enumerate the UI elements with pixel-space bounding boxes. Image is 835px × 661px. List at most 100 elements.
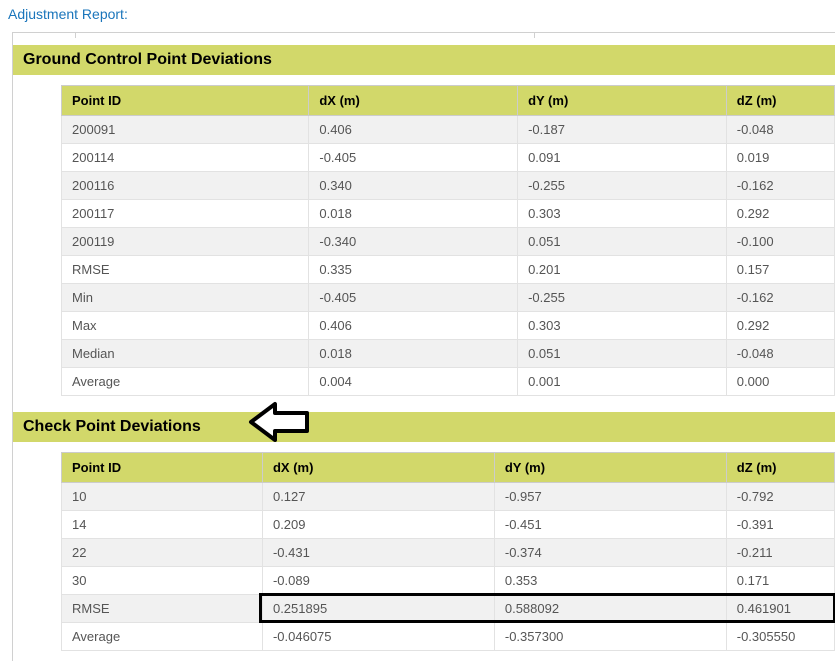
- table-cell: -0.405: [309, 144, 518, 172]
- table-cell: 0.157: [726, 256, 834, 284]
- report-title: Adjustment Report:: [0, 0, 835, 26]
- table-cell: 0.018: [309, 200, 518, 228]
- table-cell: 0.091: [518, 144, 727, 172]
- table-cell: -0.957: [494, 483, 726, 511]
- table-cell: -0.405: [309, 284, 518, 312]
- table-cell: 200119: [62, 228, 309, 256]
- cp-th-pointid: Point ID: [62, 453, 263, 483]
- table-cell: RMSE: [62, 595, 263, 623]
- table-cell: -0.048: [726, 340, 834, 368]
- table-row: Average0.0040.0010.000: [62, 368, 835, 396]
- table-cell: 0.000: [726, 368, 834, 396]
- table-cell: 0.303: [518, 312, 727, 340]
- table-cell: 200091: [62, 116, 309, 144]
- table-cell: 14: [62, 511, 263, 539]
- table-cell: -0.431: [262, 539, 494, 567]
- table-row: Median0.0180.051-0.048: [62, 340, 835, 368]
- table-cell: 0.171: [726, 567, 834, 595]
- table-cell: 0.588092: [494, 595, 726, 623]
- table-cell: Average: [62, 623, 263, 651]
- table-row: RMSE0.2518950.5880920.461901: [62, 595, 835, 623]
- table-cell: -0.374: [494, 539, 726, 567]
- cp-section-title: Check Point Deviations: [13, 412, 835, 442]
- gcp-section-title: Ground Control Point Deviations: [13, 45, 835, 75]
- table-row: 140.209-0.451-0.391: [62, 511, 835, 539]
- table-row: RMSE0.3350.2010.157: [62, 256, 835, 284]
- cp-table-wrap: Point ID dX (m) dY (m) dZ (m) 100.127-0.…: [13, 442, 835, 661]
- table-row: Average-0.046075-0.357300-0.305550: [62, 623, 835, 651]
- table-cell: 200114: [62, 144, 309, 172]
- table-cell: 0.201: [518, 256, 727, 284]
- table-row: 2000910.406-0.187-0.048: [62, 116, 835, 144]
- cp-section-title-text: Check Point Deviations: [23, 418, 201, 435]
- cp-header-row: Point ID dX (m) dY (m) dZ (m): [62, 453, 835, 483]
- gcp-table-wrap: Point ID dX (m) dY (m) dZ (m) 2000910.40…: [13, 75, 835, 406]
- table-cell: -0.187: [518, 116, 727, 144]
- table-cell: -0.305550: [726, 623, 834, 651]
- table-cell: 0.340: [309, 172, 518, 200]
- table-cell: 0.461901: [726, 595, 834, 623]
- table-cell: 22: [62, 539, 263, 567]
- table-row: Min-0.405-0.255-0.162: [62, 284, 835, 312]
- table-cell: 200116: [62, 172, 309, 200]
- table-cell: -0.089: [262, 567, 494, 595]
- table-cell: 0.127: [262, 483, 494, 511]
- table-cell: 0.353: [494, 567, 726, 595]
- table-cell: -0.211: [726, 539, 834, 567]
- table-cell: 10: [62, 483, 263, 511]
- table-cell: -0.162: [726, 284, 834, 312]
- table-cell: 0.051: [518, 228, 727, 256]
- table-cell: RMSE: [62, 256, 309, 284]
- table-cell: 0.335: [309, 256, 518, 284]
- gcp-th-dz: dZ (m): [726, 86, 834, 116]
- table-row: 200114-0.4050.0910.019: [62, 144, 835, 172]
- table-cell: 0.051: [518, 340, 727, 368]
- report-panel: Ground Control Point Deviations Point ID…: [12, 32, 835, 661]
- table-cell: 0.018: [309, 340, 518, 368]
- gcp-table: Point ID dX (m) dY (m) dZ (m) 2000910.40…: [61, 85, 835, 396]
- table-cell: 0.406: [309, 312, 518, 340]
- table-cell: Max: [62, 312, 309, 340]
- table-cell: -0.100: [726, 228, 834, 256]
- table-row: 2001160.340-0.255-0.162: [62, 172, 835, 200]
- table-cell: -0.391: [726, 511, 834, 539]
- table-cell: -0.357300: [494, 623, 726, 651]
- table-row: 22-0.431-0.374-0.211: [62, 539, 835, 567]
- table-cell: 0.019: [726, 144, 834, 172]
- table-cell: 0.292: [726, 200, 834, 228]
- table-cell: 200117: [62, 200, 309, 228]
- tab-stub: [75, 32, 535, 38]
- table-row: 200119-0.3400.051-0.100: [62, 228, 835, 256]
- table-cell: -0.451: [494, 511, 726, 539]
- table-cell: -0.255: [518, 284, 727, 312]
- table-cell: Average: [62, 368, 309, 396]
- table-row: 100.127-0.957-0.792: [62, 483, 835, 511]
- table-cell: -0.162: [726, 172, 834, 200]
- table-cell: 0.001: [518, 368, 727, 396]
- table-cell: 0.303: [518, 200, 727, 228]
- table-row: 30-0.0890.3530.171: [62, 567, 835, 595]
- table-cell: -0.046075: [262, 623, 494, 651]
- table-cell: -0.048: [726, 116, 834, 144]
- table-cell: 0.292: [726, 312, 834, 340]
- table-cell: -0.792: [726, 483, 834, 511]
- table-row: 2001170.0180.3030.292: [62, 200, 835, 228]
- table-cell: -0.340: [309, 228, 518, 256]
- table-cell: -0.255: [518, 172, 727, 200]
- table-cell: 30: [62, 567, 263, 595]
- gcp-header-row: Point ID dX (m) dY (m) dZ (m): [62, 86, 835, 116]
- cp-th-dx: dX (m): [262, 453, 494, 483]
- table-cell: 0.406: [309, 116, 518, 144]
- gcp-th-dy: dY (m): [518, 86, 727, 116]
- cp-th-dz: dZ (m): [726, 453, 834, 483]
- table-cell: 0.004: [309, 368, 518, 396]
- table-cell: Median: [62, 340, 309, 368]
- cp-table: Point ID dX (m) dY (m) dZ (m) 100.127-0.…: [61, 452, 835, 651]
- table-cell: 0.209: [262, 511, 494, 539]
- table-cell: 0.251895: [262, 595, 494, 623]
- table-row: Max0.4060.3030.292: [62, 312, 835, 340]
- gcp-th-dx: dX (m): [309, 86, 518, 116]
- gcp-th-pointid: Point ID: [62, 86, 309, 116]
- cp-th-dy: dY (m): [494, 453, 726, 483]
- table-cell: Min: [62, 284, 309, 312]
